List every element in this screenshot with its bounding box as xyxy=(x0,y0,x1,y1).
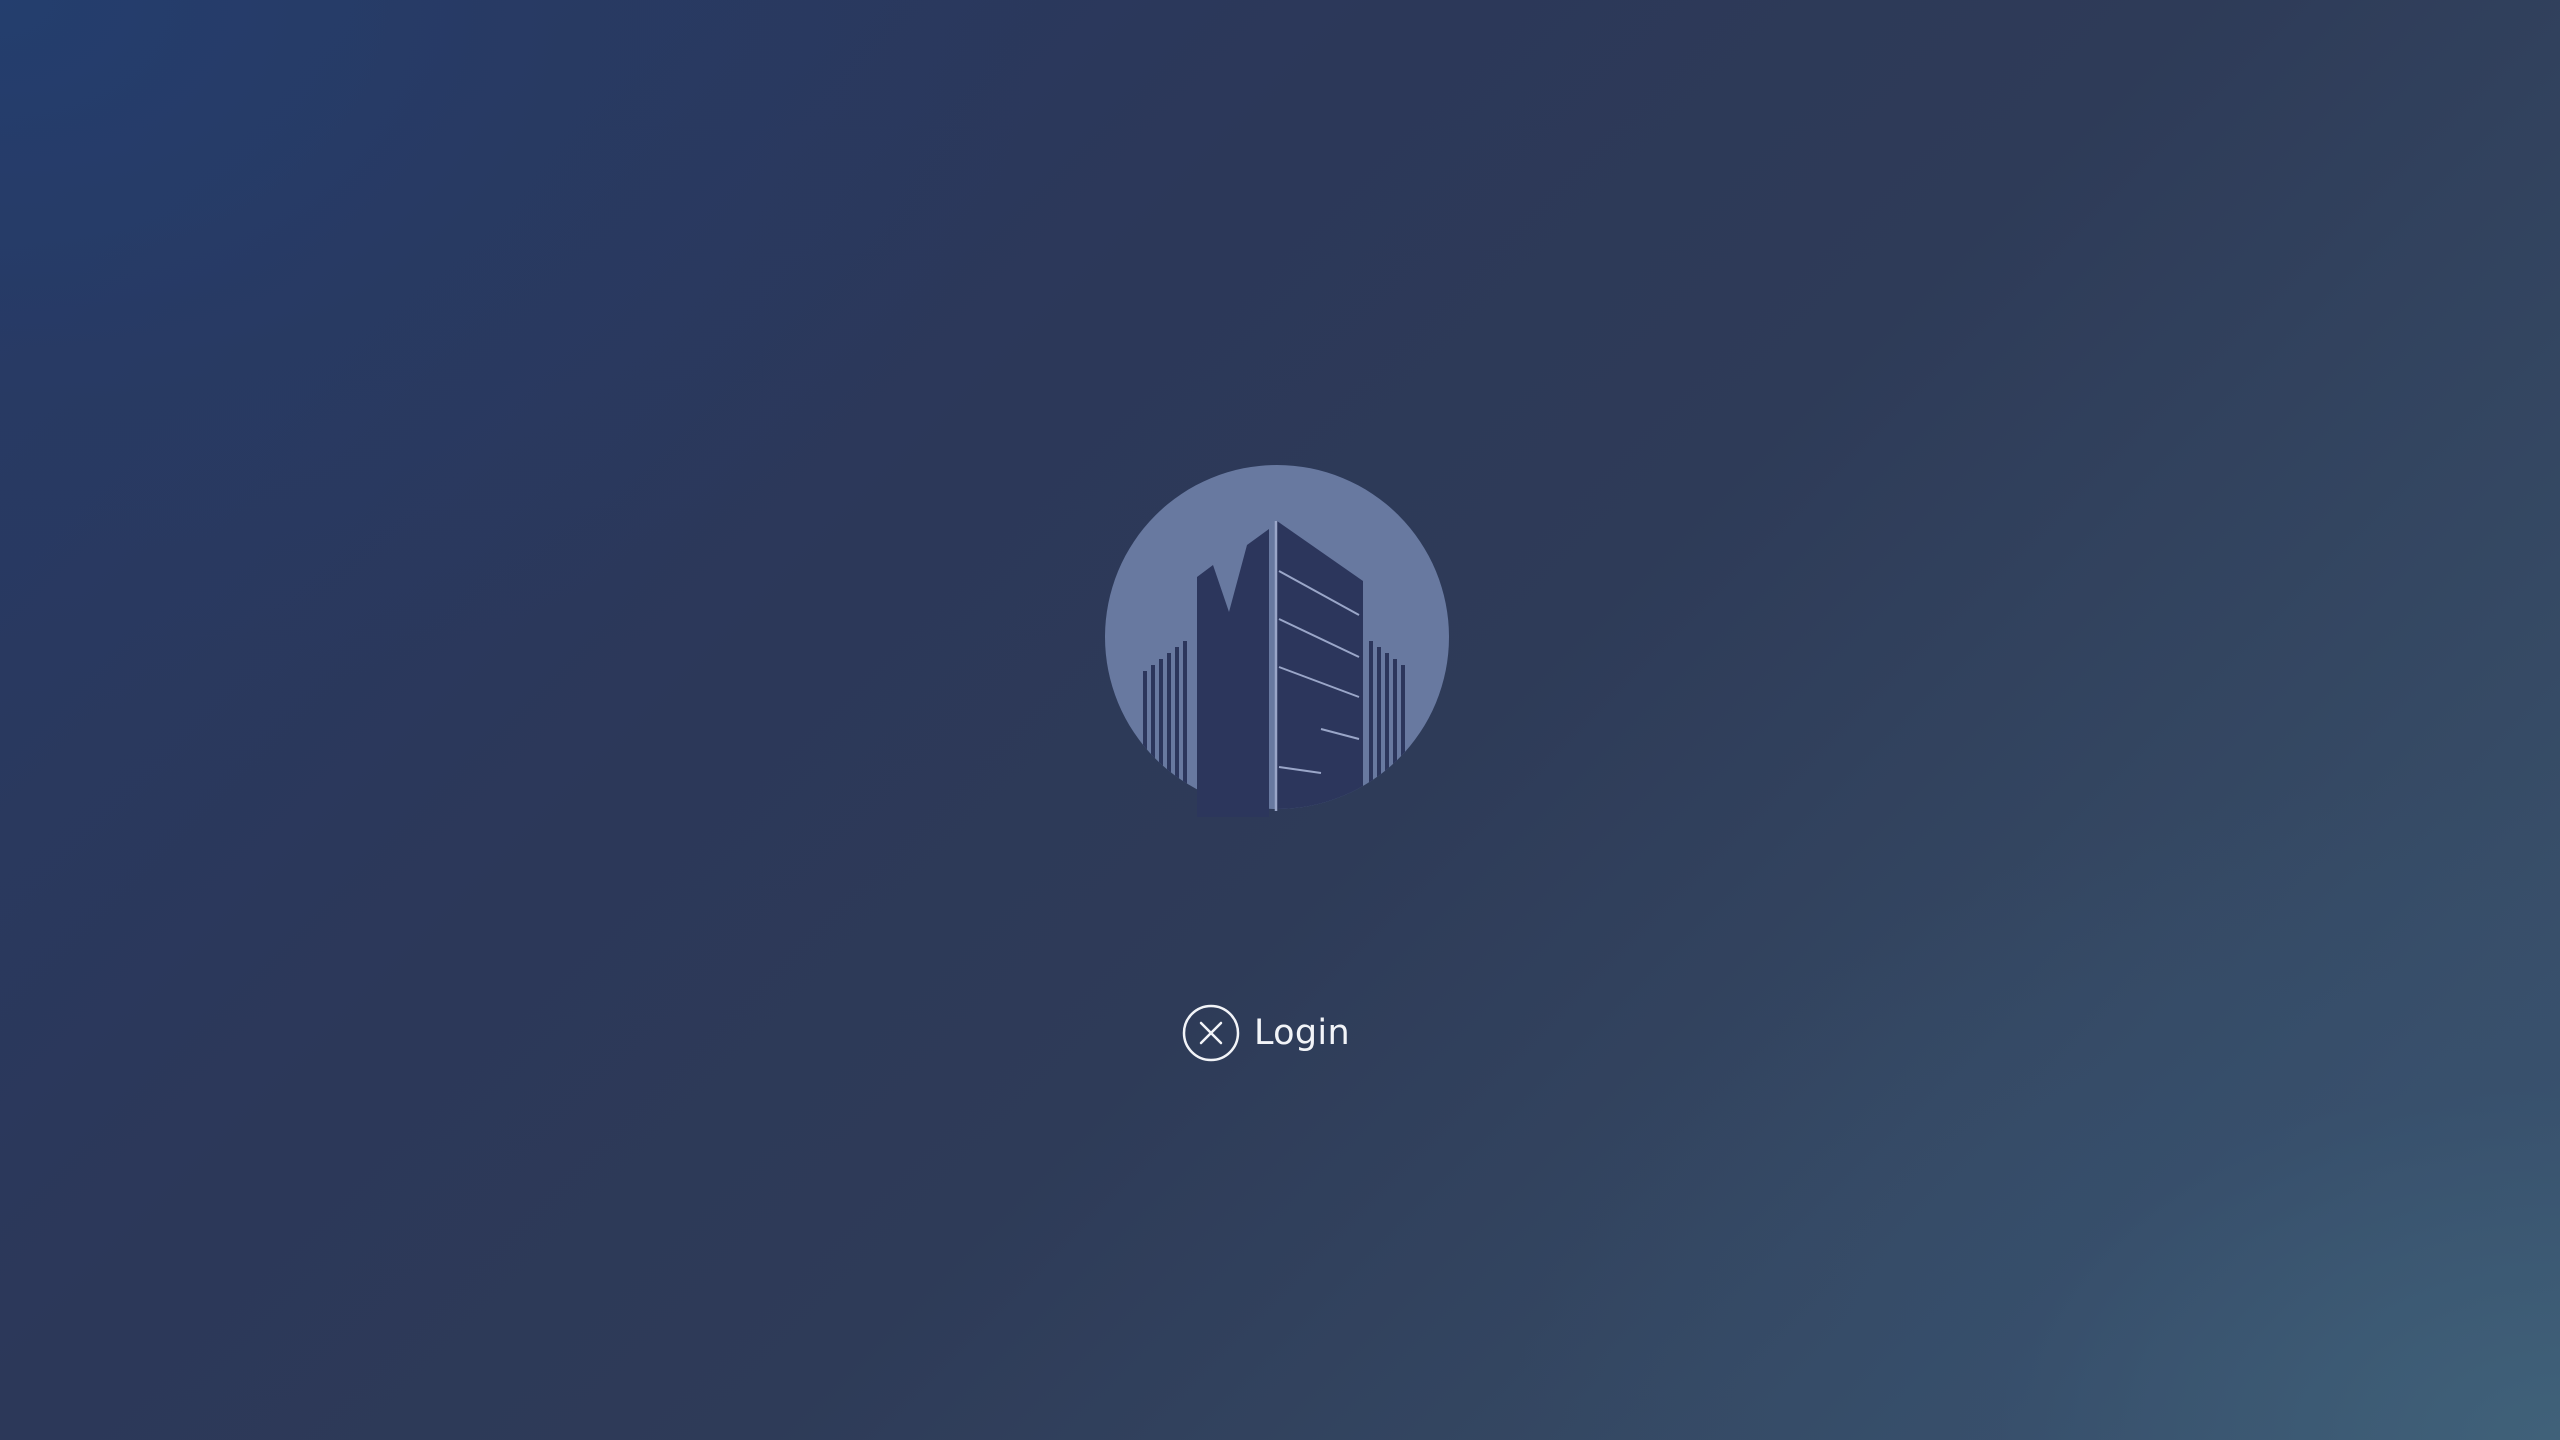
lock-screen: Login xyxy=(0,0,2560,1440)
close-circle-icon xyxy=(1182,1004,1240,1062)
login-button[interactable]: Login xyxy=(1182,999,1350,1067)
building-logo-icon xyxy=(1101,465,1453,817)
login-label: Login xyxy=(1254,1012,1350,1053)
